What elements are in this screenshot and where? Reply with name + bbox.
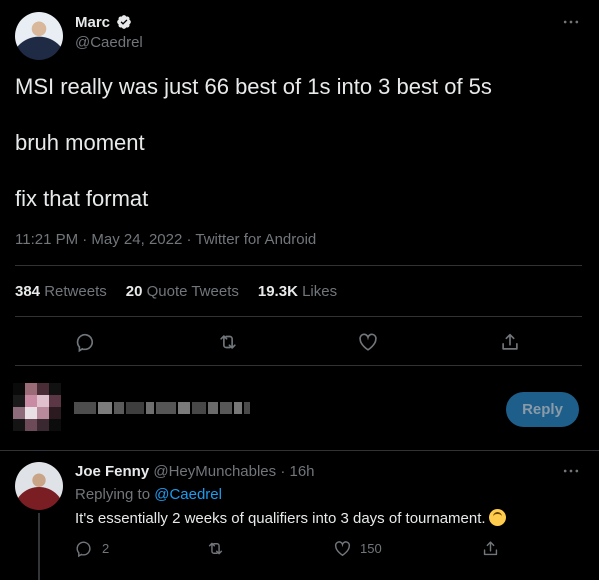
reply-retweet-action[interactable] [206, 539, 225, 558]
retweet-icon[interactable] [217, 331, 239, 353]
tweet-text-line-2: bruh moment [15, 130, 145, 155]
retweet-icon [208, 542, 223, 555]
share-icon[interactable] [499, 331, 521, 353]
reply-button[interactable]: Reply [506, 392, 579, 427]
like-icon[interactable] [357, 331, 379, 353]
tweet-stats: 384 Retweets 20 Quote Tweets 19.3K Likes [15, 283, 337, 300]
verified-badge-icon [117, 15, 131, 29]
retweets-count: 384 [15, 283, 41, 300]
author-avatar[interactable] [15, 12, 63, 60]
reply-text-container: It's essentially 2 weeks of qualifiers i… [75, 509, 506, 527]
reply-time[interactable]: · 16h [280, 463, 314, 480]
divider [15, 316, 582, 317]
reply-count: 2 [102, 541, 110, 556]
reply-reply-action[interactable]: 2 [75, 539, 109, 558]
user-avatar-pixelated [13, 383, 61, 431]
thread-line [38, 513, 40, 580]
reply-like-action[interactable]: 150 [333, 539, 382, 558]
like-count: 150 [360, 541, 382, 556]
likes-label: Likes [302, 283, 338, 300]
quotes-stat[interactable]: 20 Quote Tweets [126, 283, 239, 300]
like-icon [334, 541, 351, 557]
divider [0, 450, 599, 451]
reply-more-options-icon[interactable] [560, 461, 582, 481]
divider [15, 365, 582, 366]
reply-author-handle[interactable]: @HeyMunchables [153, 463, 276, 480]
reply-author-name[interactable]: Joe Fenny [75, 463, 149, 480]
reply-author-avatar[interactable] [15, 462, 63, 510]
tweet-meta[interactable]: 11:21 PM · May 24, 2022 · Twitter for An… [15, 231, 316, 248]
replying-to: Replying to @Caedrel [75, 486, 222, 503]
reply-text: It's essentially 2 weeks of qualifiers i… [75, 510, 486, 527]
author-name[interactable]: Marc [75, 14, 110, 31]
reply-icon[interactable] [75, 331, 97, 353]
author-handle[interactable]: @Caedrel [75, 34, 143, 51]
quotes-label: Quote Tweets [146, 283, 239, 300]
more-options-icon[interactable] [560, 12, 582, 32]
divider [15, 265, 582, 266]
retweets-label: Retweets [44, 283, 107, 300]
tweet-text-line-1: MSI really was just 66 best of 1s into 3… [15, 74, 492, 99]
reply-icon [76, 541, 91, 558]
reply-share-action[interactable] [481, 539, 500, 558]
replying-to-label: Replying to [75, 486, 151, 503]
likes-count: 19.3K [257, 283, 298, 300]
tweet-text-line-3: fix that format [15, 186, 149, 211]
upside-down-face-emoji-icon [488, 509, 506, 526]
likes-stat[interactable]: 19.3K Likes [258, 283, 337, 300]
reply-composer-placeholder-pixelated[interactable] [74, 401, 250, 415]
reply-author-line: Joe Fenny @HeyMunchables · 16h [75, 463, 315, 480]
replying-to-handle[interactable]: @Caedrel [154, 486, 222, 503]
share-icon [483, 541, 498, 556]
retweets-stat[interactable]: 384 Retweets [15, 283, 107, 300]
quotes-count: 20 [125, 283, 143, 300]
